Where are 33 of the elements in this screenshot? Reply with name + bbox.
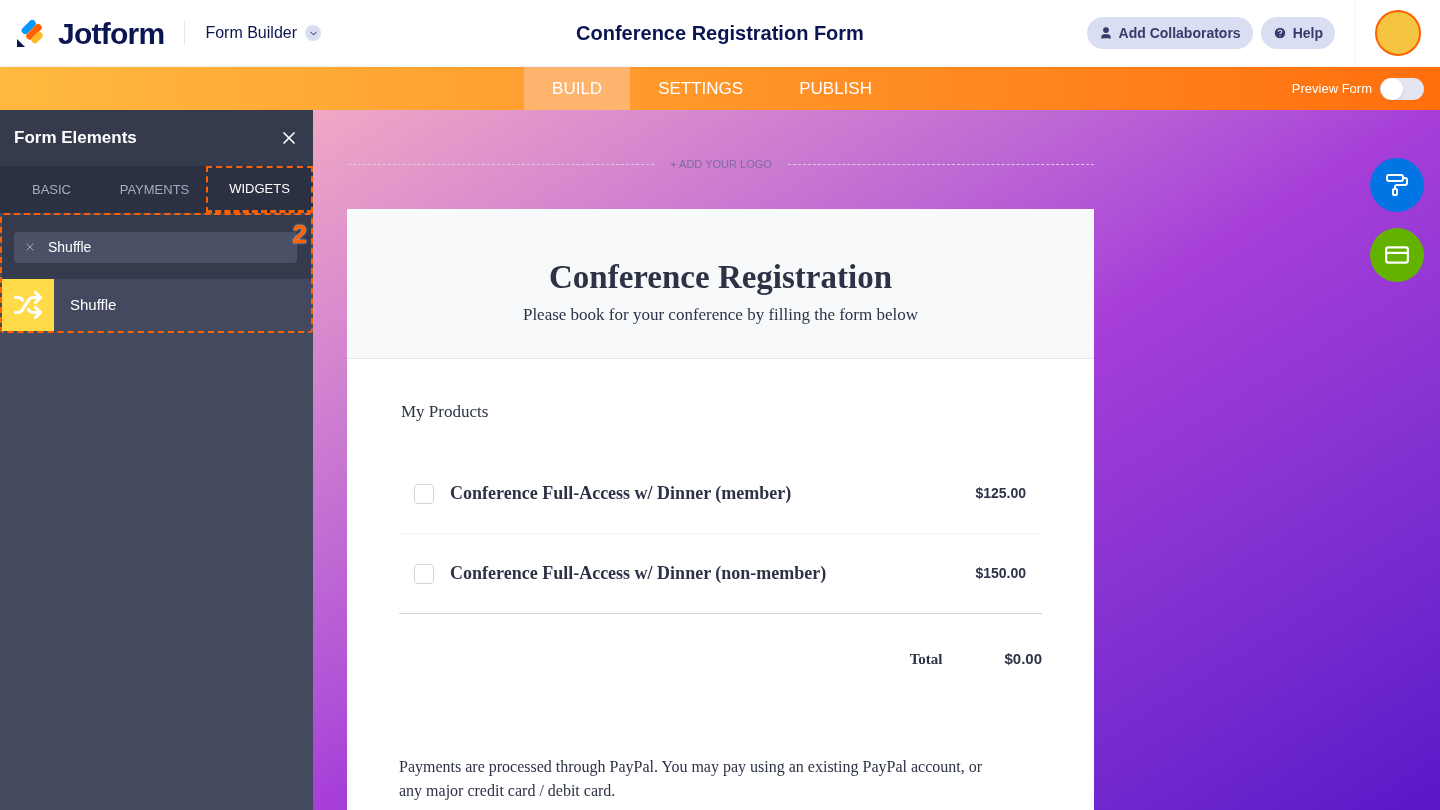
product-price: $150.00: [975, 564, 1026, 583]
widget-item[interactable]: Shuffle: [2, 279, 311, 331]
product-name: Conference Full-Access w/ Dinner (member): [450, 482, 792, 505]
add-collaborators-button[interactable]: Add Collaborators: [1086, 17, 1253, 49]
form-subheading: Please book for your conference by filling the form below: [522, 304, 919, 326]
avatar[interactable]: [1375, 10, 1421, 56]
user-icon: [1098, 26, 1113, 40]
section-label: My Products: [401, 400, 490, 423]
chevron-down-icon: [305, 25, 321, 41]
panel-tab[interactable]: BASIC: [0, 166, 103, 213]
product-name: Conference Full-Access w/ Dinner (non-member): [450, 562, 827, 585]
help-icon: [1272, 26, 1287, 40]
paint-roller-icon: [1385, 173, 1409, 197]
product-price: $125.00: [975, 484, 1026, 503]
payment-note: Payments are processed through PayPal. You may pay using an existing PayPal account, or any major credit card / debit card.: [399, 756, 984, 802]
form-title: Conference Registration Form: [575, 21, 865, 46]
payment-button[interactable]: [1370, 228, 1424, 282]
help-button[interactable]: Help: [1260, 17, 1335, 49]
form-builder-menu[interactable]: Form Builder: [205, 21, 321, 45]
shuffle-icon: [2, 279, 54, 331]
logo-icon: [16, 17, 46, 49]
panel-title: Form Elements: [14, 127, 137, 150]
product-checkbox[interactable]: [414, 563, 434, 584]
clear-icon: [24, 241, 36, 253]
product-checkbox[interactable]: [414, 483, 434, 504]
brand-name: Jotform: [58, 15, 165, 52]
form-heading: Conference Registration: [548, 257, 893, 297]
total-label: Total: [909, 650, 943, 669]
total-value: $0.00: [1004, 649, 1042, 669]
designer-button[interactable]: [1370, 158, 1424, 212]
preview-toggle[interactable]: [1380, 77, 1424, 100]
preview-form-label: Preview Form: [1291, 79, 1372, 98]
panel-tab[interactable]: PAYMENTS: [103, 166, 206, 213]
